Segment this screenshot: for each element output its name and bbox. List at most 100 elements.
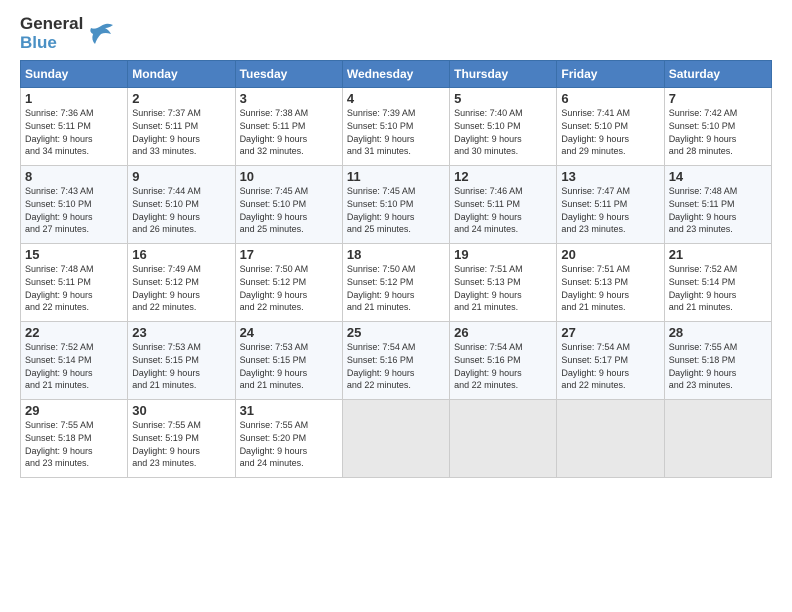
weekday-header-wednesday: Wednesday (342, 61, 449, 88)
calendar-day-cell: 13Sunrise: 7:47 AM Sunset: 5:11 PM Dayli… (557, 166, 664, 244)
day-number: 21 (669, 247, 767, 262)
calendar-day-cell: 8Sunrise: 7:43 AM Sunset: 5:10 PM Daylig… (21, 166, 128, 244)
calendar-day-cell: 31Sunrise: 7:55 AM Sunset: 5:20 PM Dayli… (235, 400, 342, 478)
day-info: Sunrise: 7:49 AM Sunset: 5:12 PM Dayligh… (132, 263, 230, 313)
calendar-day-cell: 1Sunrise: 7:36 AM Sunset: 5:11 PM Daylig… (21, 88, 128, 166)
day-number: 14 (669, 169, 767, 184)
day-info: Sunrise: 7:44 AM Sunset: 5:10 PM Dayligh… (132, 185, 230, 235)
day-number: 19 (454, 247, 552, 262)
calendar-day-cell: 20Sunrise: 7:51 AM Sunset: 5:13 PM Dayli… (557, 244, 664, 322)
day-number: 16 (132, 247, 230, 262)
day-number: 2 (132, 91, 230, 106)
calendar-day-cell: 5Sunrise: 7:40 AM Sunset: 5:10 PM Daylig… (450, 88, 557, 166)
calendar-day-cell: 19Sunrise: 7:51 AM Sunset: 5:13 PM Dayli… (450, 244, 557, 322)
day-info: Sunrise: 7:52 AM Sunset: 5:14 PM Dayligh… (25, 341, 123, 391)
weekday-header-thursday: Thursday (450, 61, 557, 88)
day-info: Sunrise: 7:53 AM Sunset: 5:15 PM Dayligh… (240, 341, 338, 391)
day-info: Sunrise: 7:46 AM Sunset: 5:11 PM Dayligh… (454, 185, 552, 235)
calendar-day-cell: 25Sunrise: 7:54 AM Sunset: 5:16 PM Dayli… (342, 322, 449, 400)
day-number: 24 (240, 325, 338, 340)
weekday-header-monday: Monday (128, 61, 235, 88)
day-number: 30 (132, 403, 230, 418)
calendar-day-cell: 17Sunrise: 7:50 AM Sunset: 5:12 PM Dayli… (235, 244, 342, 322)
calendar-header-row: SundayMondayTuesdayWednesdayThursdayFrid… (21, 61, 772, 88)
day-info: Sunrise: 7:55 AM Sunset: 5:20 PM Dayligh… (240, 419, 338, 469)
day-number: 25 (347, 325, 445, 340)
calendar-day-cell: 7Sunrise: 7:42 AM Sunset: 5:10 PM Daylig… (664, 88, 771, 166)
day-number: 5 (454, 91, 552, 106)
day-info: Sunrise: 7:50 AM Sunset: 5:12 PM Dayligh… (240, 263, 338, 313)
day-info: Sunrise: 7:45 AM Sunset: 5:10 PM Dayligh… (347, 185, 445, 235)
day-number: 9 (132, 169, 230, 184)
day-number: 1 (25, 91, 123, 106)
day-number: 8 (25, 169, 123, 184)
day-info: Sunrise: 7:55 AM Sunset: 5:19 PM Dayligh… (132, 419, 230, 469)
weekday-header-friday: Friday (557, 61, 664, 88)
day-info: Sunrise: 7:47 AM Sunset: 5:11 PM Dayligh… (561, 185, 659, 235)
day-info: Sunrise: 7:40 AM Sunset: 5:10 PM Dayligh… (454, 107, 552, 157)
day-number: 27 (561, 325, 659, 340)
logo-bird-icon (87, 20, 115, 48)
day-info: Sunrise: 7:51 AM Sunset: 5:13 PM Dayligh… (561, 263, 659, 313)
day-info: Sunrise: 7:54 AM Sunset: 5:16 PM Dayligh… (454, 341, 552, 391)
calendar-day-cell: 29Sunrise: 7:55 AM Sunset: 5:18 PM Dayli… (21, 400, 128, 478)
calendar-table: SundayMondayTuesdayWednesdayThursdayFrid… (20, 60, 772, 478)
day-number: 11 (347, 169, 445, 184)
day-info: Sunrise: 7:55 AM Sunset: 5:18 PM Dayligh… (669, 341, 767, 391)
calendar-day-cell: 28Sunrise: 7:55 AM Sunset: 5:18 PM Dayli… (664, 322, 771, 400)
weekday-header-saturday: Saturday (664, 61, 771, 88)
day-info: Sunrise: 7:45 AM Sunset: 5:10 PM Dayligh… (240, 185, 338, 235)
day-number: 31 (240, 403, 338, 418)
calendar-day-cell: 16Sunrise: 7:49 AM Sunset: 5:12 PM Dayli… (128, 244, 235, 322)
calendar-day-cell: 26Sunrise: 7:54 AM Sunset: 5:16 PM Dayli… (450, 322, 557, 400)
calendar-day-cell: 9Sunrise: 7:44 AM Sunset: 5:10 PM Daylig… (128, 166, 235, 244)
calendar-week-row: 8Sunrise: 7:43 AM Sunset: 5:10 PM Daylig… (21, 166, 772, 244)
day-info: Sunrise: 7:54 AM Sunset: 5:16 PM Dayligh… (347, 341, 445, 391)
day-info: Sunrise: 7:52 AM Sunset: 5:14 PM Dayligh… (669, 263, 767, 313)
day-number: 6 (561, 91, 659, 106)
day-info: Sunrise: 7:41 AM Sunset: 5:10 PM Dayligh… (561, 107, 659, 157)
day-info: Sunrise: 7:51 AM Sunset: 5:13 PM Dayligh… (454, 263, 552, 313)
day-number: 7 (669, 91, 767, 106)
day-number: 29 (25, 403, 123, 418)
day-number: 23 (132, 325, 230, 340)
calendar-day-cell: 15Sunrise: 7:48 AM Sunset: 5:11 PM Dayli… (21, 244, 128, 322)
calendar-day-cell: 11Sunrise: 7:45 AM Sunset: 5:10 PM Dayli… (342, 166, 449, 244)
calendar-day-cell: 10Sunrise: 7:45 AM Sunset: 5:10 PM Dayli… (235, 166, 342, 244)
day-number: 12 (454, 169, 552, 184)
day-info: Sunrise: 7:37 AM Sunset: 5:11 PM Dayligh… (132, 107, 230, 157)
day-info: Sunrise: 7:43 AM Sunset: 5:10 PM Dayligh… (25, 185, 123, 235)
day-number: 10 (240, 169, 338, 184)
calendar-body: 1Sunrise: 7:36 AM Sunset: 5:11 PM Daylig… (21, 88, 772, 478)
day-info: Sunrise: 7:55 AM Sunset: 5:18 PM Dayligh… (25, 419, 123, 469)
logo: General Blue (20, 15, 115, 52)
calendar-week-row: 22Sunrise: 7:52 AM Sunset: 5:14 PM Dayli… (21, 322, 772, 400)
weekday-header-tuesday: Tuesday (235, 61, 342, 88)
calendar-day-cell: 3Sunrise: 7:38 AM Sunset: 5:11 PM Daylig… (235, 88, 342, 166)
calendar-day-cell: 21Sunrise: 7:52 AM Sunset: 5:14 PM Dayli… (664, 244, 771, 322)
calendar-week-row: 1Sunrise: 7:36 AM Sunset: 5:11 PM Daylig… (21, 88, 772, 166)
calendar-day-cell: 2Sunrise: 7:37 AM Sunset: 5:11 PM Daylig… (128, 88, 235, 166)
day-info: Sunrise: 7:54 AM Sunset: 5:17 PM Dayligh… (561, 341, 659, 391)
day-info: Sunrise: 7:39 AM Sunset: 5:10 PM Dayligh… (347, 107, 445, 157)
calendar-week-row: 29Sunrise: 7:55 AM Sunset: 5:18 PM Dayli… (21, 400, 772, 478)
day-info: Sunrise: 7:53 AM Sunset: 5:15 PM Dayligh… (132, 341, 230, 391)
day-number: 3 (240, 91, 338, 106)
calendar-day-cell: 27Sunrise: 7:54 AM Sunset: 5:17 PM Dayli… (557, 322, 664, 400)
calendar-day-cell (664, 400, 771, 478)
day-info: Sunrise: 7:50 AM Sunset: 5:12 PM Dayligh… (347, 263, 445, 313)
calendar-day-cell: 12Sunrise: 7:46 AM Sunset: 5:11 PM Dayli… (450, 166, 557, 244)
calendar-day-cell: 23Sunrise: 7:53 AM Sunset: 5:15 PM Dayli… (128, 322, 235, 400)
calendar-day-cell (450, 400, 557, 478)
day-number: 26 (454, 325, 552, 340)
day-info: Sunrise: 7:48 AM Sunset: 5:11 PM Dayligh… (669, 185, 767, 235)
calendar-day-cell: 22Sunrise: 7:52 AM Sunset: 5:14 PM Dayli… (21, 322, 128, 400)
calendar-day-cell: 24Sunrise: 7:53 AM Sunset: 5:15 PM Dayli… (235, 322, 342, 400)
calendar-day-cell (342, 400, 449, 478)
calendar-week-row: 15Sunrise: 7:48 AM Sunset: 5:11 PM Dayli… (21, 244, 772, 322)
day-number: 13 (561, 169, 659, 184)
day-number: 4 (347, 91, 445, 106)
page-header: General Blue (20, 15, 772, 52)
calendar-day-cell: 4Sunrise: 7:39 AM Sunset: 5:10 PM Daylig… (342, 88, 449, 166)
day-number: 18 (347, 247, 445, 262)
